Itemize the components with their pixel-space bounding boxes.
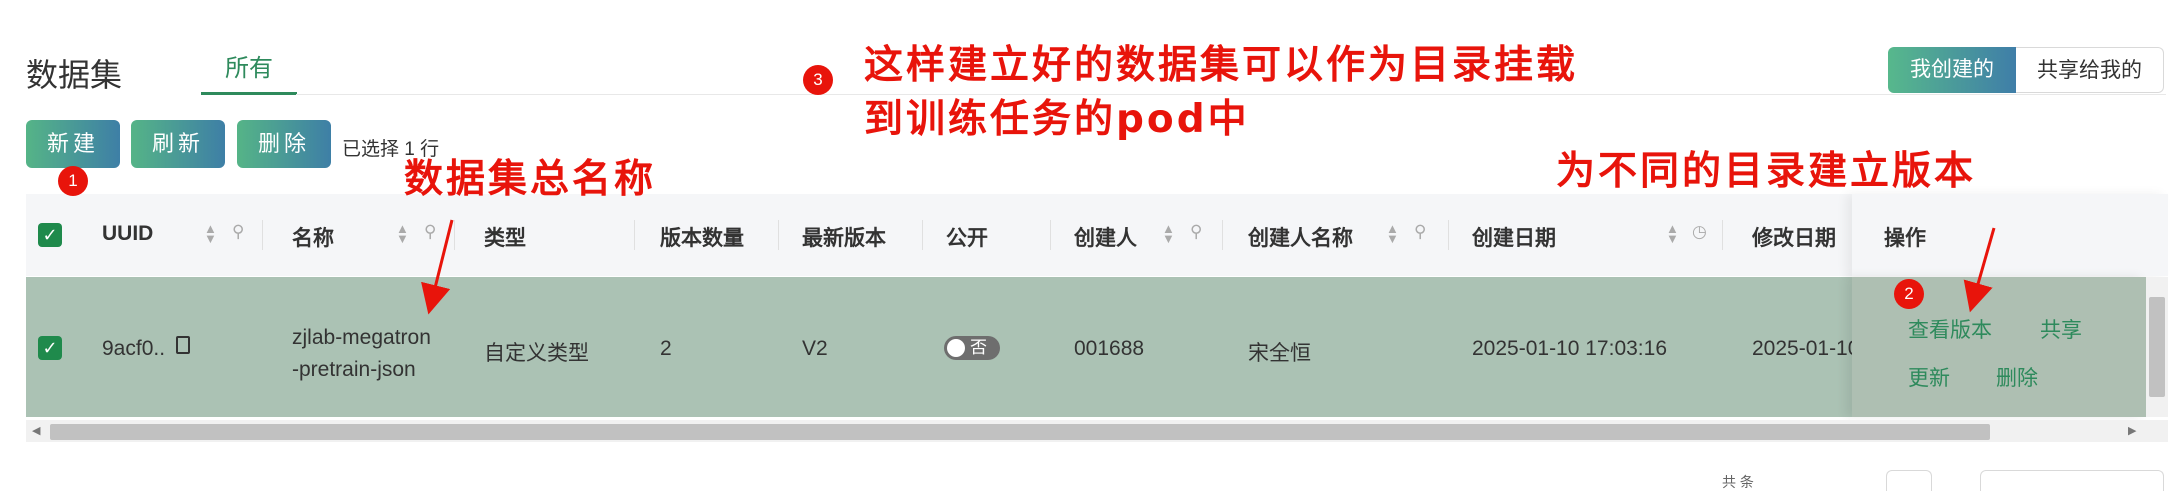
arrow-to-name-cell	[421, 219, 454, 315]
annotation-arrows	[421, 219, 1996, 315]
arrow-to-view-versions	[1963, 227, 1996, 313]
